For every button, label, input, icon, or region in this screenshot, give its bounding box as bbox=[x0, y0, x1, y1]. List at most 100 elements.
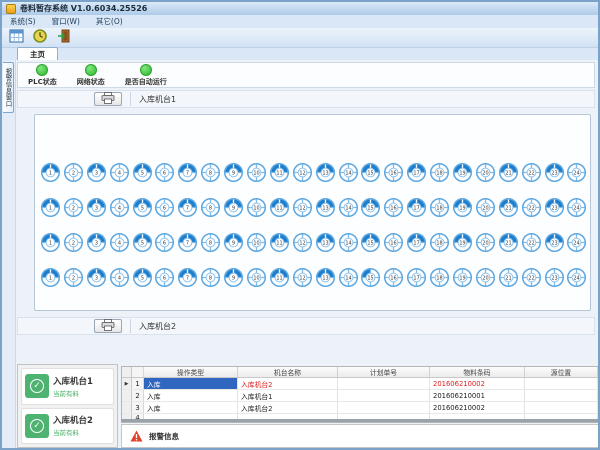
table-cell[interactable]: 物料条码 bbox=[430, 367, 525, 377]
slot-r4-10-empty[interactable]: 10 bbox=[246, 267, 267, 288]
slot-r3-12-empty[interactable]: 12 bbox=[292, 232, 313, 253]
table-cell[interactable]: 机台名称 bbox=[238, 367, 338, 377]
menu-item[interactable]: 窗口(W) bbox=[52, 16, 80, 27]
slot-r4-11-filled[interactable]: 11 bbox=[269, 267, 290, 288]
grid-splitter[interactable] bbox=[121, 419, 599, 422]
table-cell[interactable]: ▶ bbox=[122, 378, 132, 389]
slot-r4-20-empty[interactable]: 20 bbox=[475, 267, 496, 288]
station-card[interactable]: ✓ 入库机台1 当前有料 bbox=[21, 368, 114, 405]
table-cell[interactable] bbox=[122, 390, 132, 401]
slot-r1-8-empty[interactable]: 8 bbox=[200, 162, 221, 183]
print-button-station2[interactable] bbox=[94, 319, 122, 333]
exit-button[interactable] bbox=[54, 30, 74, 46]
table-cell[interactable]: 201606210001 bbox=[430, 390, 525, 401]
slot-r1-19-filled[interactable]: 19 bbox=[452, 162, 473, 183]
slot-r1-10-empty[interactable]: 10 bbox=[246, 162, 267, 183]
table-cell[interactable] bbox=[122, 367, 132, 377]
slot-r4-22-empty[interactable]: 22 bbox=[521, 267, 542, 288]
table-cell[interactable]: 入库 bbox=[144, 390, 238, 401]
slot-r4-1-filled[interactable]: 1 bbox=[40, 267, 61, 288]
slot-r3-13-filled[interactable]: 13 bbox=[315, 232, 336, 253]
table-cell[interactable]: 入库 bbox=[144, 402, 238, 413]
slot-r2-19-filled[interactable]: 19 bbox=[452, 197, 473, 218]
slot-r3-6-empty[interactable]: 6 bbox=[154, 232, 175, 253]
table-cell[interactable] bbox=[132, 367, 144, 377]
slot-r3-16-empty[interactable]: 16 bbox=[383, 232, 404, 253]
table-cell[interactable] bbox=[122, 402, 132, 413]
slot-r4-7-filled[interactable]: 7 bbox=[177, 267, 198, 288]
slot-r4-4-empty[interactable]: 4 bbox=[109, 267, 130, 288]
slot-r2-8-empty[interactable]: 8 bbox=[200, 197, 221, 218]
slot-r1-9-filled[interactable]: 9 bbox=[223, 162, 244, 183]
slot-r4-23-empty[interactable]: 23 bbox=[544, 267, 565, 288]
table-cell[interactable]: 入库机台1 bbox=[238, 390, 338, 401]
slot-r3-19-filled[interactable]: 19 bbox=[452, 232, 473, 253]
slot-r2-4-empty[interactable]: 4 bbox=[109, 197, 130, 218]
slot-r2-21-filled[interactable]: 21 bbox=[498, 197, 519, 218]
slot-r2-3-filled[interactable]: 3 bbox=[86, 197, 107, 218]
slot-r2-18-empty[interactable]: 18 bbox=[429, 197, 450, 218]
slot-r3-15-filled[interactable]: 15 bbox=[360, 232, 381, 253]
slot-r1-2-empty[interactable]: 2 bbox=[63, 162, 84, 183]
slot-r1-18-empty[interactable]: 18 bbox=[429, 162, 450, 183]
slot-r3-9-filled[interactable]: 9 bbox=[223, 232, 244, 253]
slot-r3-4-empty[interactable]: 4 bbox=[109, 232, 130, 253]
table-cell[interactable] bbox=[525, 390, 598, 401]
table-row[interactable]: 2入库入库机台1 201606210001 bbox=[122, 390, 598, 402]
slot-r2-9-filled[interactable]: 9 bbox=[223, 197, 244, 218]
slot-r1-20-empty[interactable]: 20 bbox=[475, 162, 496, 183]
table-cell[interactable]: 入库 bbox=[144, 378, 238, 389]
slot-r4-21-empty[interactable]: 21 bbox=[498, 267, 519, 288]
slot-r1-23-filled[interactable]: 23 bbox=[544, 162, 565, 183]
slot-r2-13-filled[interactable]: 13 bbox=[315, 197, 336, 218]
slot-r1-6-empty[interactable]: 6 bbox=[154, 162, 175, 183]
slot-r2-17-filled[interactable]: 17 bbox=[406, 197, 427, 218]
table-cell[interactable] bbox=[338, 402, 430, 413]
slot-r3-14-empty[interactable]: 14 bbox=[338, 232, 359, 253]
slot-r3-17-filled[interactable]: 17 bbox=[406, 232, 427, 253]
slot-r4-5-filled[interactable]: 5 bbox=[132, 267, 153, 288]
slot-r2-2-empty[interactable]: 2 bbox=[63, 197, 84, 218]
slot-r2-23-filled[interactable]: 23 bbox=[544, 197, 565, 218]
slot-r2-7-filled[interactable]: 7 bbox=[177, 197, 198, 218]
dock-tab-alarm[interactable]: 报警信息窗口 bbox=[3, 62, 14, 113]
slot-r1-5-filled[interactable]: 5 bbox=[132, 162, 153, 183]
table-cell[interactable]: 201606210002 bbox=[430, 378, 525, 389]
slot-r4-14-empty[interactable]: 14 bbox=[338, 267, 359, 288]
slot-r2-14-empty[interactable]: 14 bbox=[338, 197, 359, 218]
slot-r3-21-filled[interactable]: 21 bbox=[498, 232, 519, 253]
table-row[interactable]: 3入库入库机台2201606210002 bbox=[122, 402, 598, 414]
table-cell[interactable]: 计划单号 bbox=[338, 367, 430, 377]
slot-r3-5-filled[interactable]: 5 bbox=[132, 232, 153, 253]
slot-r3-3-filled[interactable]: 3 bbox=[86, 232, 107, 253]
slot-r1-11-filled[interactable]: 11 bbox=[269, 162, 290, 183]
station-card[interactable]: ✓ 入库机台2 当前有料 bbox=[21, 408, 114, 445]
slot-r1-21-filled[interactable]: 21 bbox=[498, 162, 519, 183]
slot-r4-12-empty[interactable]: 12 bbox=[292, 267, 313, 288]
slot-r2-20-empty[interactable]: 20 bbox=[475, 197, 496, 218]
table-cell[interactable]: 2 bbox=[132, 390, 144, 401]
slot-r1-16-empty[interactable]: 16 bbox=[383, 162, 404, 183]
slot-r2-12-empty[interactable]: 12 bbox=[292, 197, 313, 218]
slot-r2-11-filled[interactable]: 11 bbox=[269, 197, 290, 218]
slot-r4-6-empty[interactable]: 6 bbox=[154, 267, 175, 288]
table-cell[interactable] bbox=[338, 390, 430, 401]
menu-item[interactable]: 其它(O) bbox=[96, 16, 123, 27]
slot-r1-22-empty[interactable]: 22 bbox=[521, 162, 542, 183]
slot-r4-24-empty[interactable]: 24 bbox=[566, 267, 587, 288]
menu-item[interactable]: 系统(S) bbox=[10, 16, 36, 27]
clock-button[interactable] bbox=[30, 30, 50, 46]
table-cell[interactable]: 3 bbox=[132, 402, 144, 413]
table-cell[interactable]: 源位置 bbox=[525, 367, 598, 377]
slot-r4-18-empty[interactable]: 18 bbox=[429, 267, 450, 288]
tab-home[interactable]: 主页 bbox=[17, 47, 58, 61]
slot-r4-16-empty[interactable]: 16 bbox=[383, 267, 404, 288]
slot-r1-13-filled[interactable]: 13 bbox=[315, 162, 336, 183]
slot-r1-7-filled[interactable]: 7 bbox=[177, 162, 198, 183]
slot-r1-15-filled[interactable]: 15 bbox=[360, 162, 381, 183]
slot-r1-3-filled[interactable]: 3 bbox=[86, 162, 107, 183]
slot-r3-2-empty[interactable]: 2 bbox=[63, 232, 84, 253]
slot-r1-12-empty[interactable]: 12 bbox=[292, 162, 313, 183]
slot-r2-16-empty[interactable]: 16 bbox=[383, 197, 404, 218]
table-cell[interactable]: 201606210002 bbox=[430, 402, 525, 413]
